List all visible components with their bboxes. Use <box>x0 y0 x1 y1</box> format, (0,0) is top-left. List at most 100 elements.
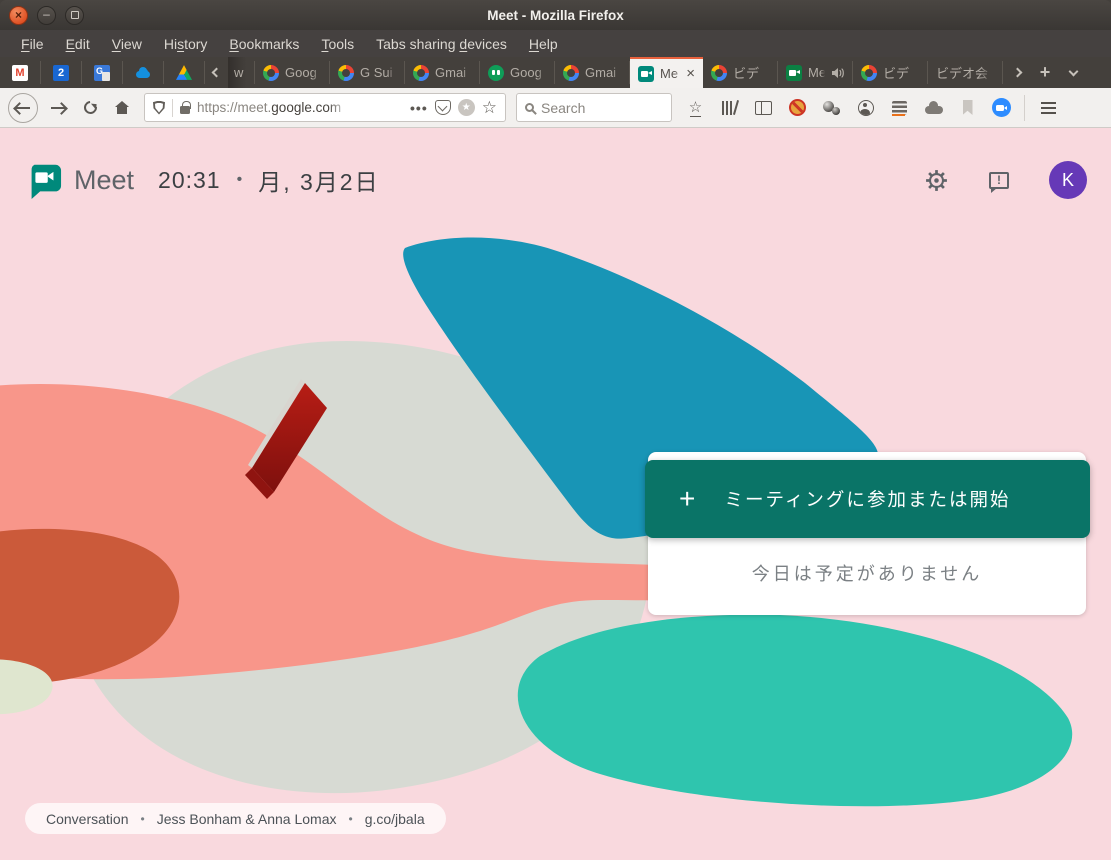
spheres-extension-icon[interactable] <box>822 98 841 117</box>
pinned-tab-translate[interactable] <box>82 57 122 88</box>
containers-extension-icon[interactable] <box>890 98 909 117</box>
window-title: Meet - Mozilla Firefox <box>0 8 1111 23</box>
window-controls <box>9 6 84 25</box>
library-glyph <box>721 100 738 116</box>
tab-meet-active[interactable]: Me <box>630 57 703 88</box>
library-icon[interactable] <box>720 98 739 117</box>
flag-glyph <box>963 100 973 115</box>
account-icon[interactable] <box>856 98 875 117</box>
activity-star-icon[interactable] <box>458 99 475 116</box>
close-tab-icon[interactable] <box>686 66 695 81</box>
caption-link[interactable]: g.co/jbala <box>365 811 425 827</box>
open-menu-button[interactable] <box>1033 93 1063 123</box>
separator-dot: • <box>237 171 243 189</box>
tab-google-hangouts[interactable]: Goog <box>480 57 554 88</box>
toolbar-extensions <box>686 98 1011 117</box>
home-icon <box>115 101 129 114</box>
pinned-tab-onedrive[interactable] <box>123 57 163 88</box>
tab-google[interactable]: Goog <box>255 57 329 88</box>
bookmark-star-icon[interactable] <box>482 99 497 116</box>
separator-dot: • <box>348 812 352 826</box>
clock-time: 20:31 <box>158 167 221 194</box>
search-bar[interactable] <box>516 93 672 122</box>
calendar-icon: 2 <box>53 65 69 81</box>
minimize-window-icon[interactable] <box>37 6 56 25</box>
reload-icon <box>81 98 99 116</box>
scroll-tabs-right-button[interactable] <box>1003 57 1031 88</box>
menu-history[interactable]: History <box>153 32 219 56</box>
new-tab-button[interactable] <box>1031 57 1059 88</box>
hamburger-icon <box>1041 107 1056 109</box>
artwork-caption: Conversation • Jess Bonham & Anna Lomax … <box>25 803 446 834</box>
google-favicon <box>413 65 429 81</box>
search-input[interactable] <box>541 100 663 116</box>
sidebar-icon[interactable] <box>754 98 773 117</box>
tab-gmail-2[interactable]: Gmai <box>555 57 629 88</box>
maximize-window-icon[interactable] <box>65 6 84 25</box>
chevron-left-icon <box>212 68 222 78</box>
chevron-right-icon <box>1012 68 1022 78</box>
tab-audio-playing-icon[interactable] <box>831 67 844 79</box>
tab-video-meeting-2[interactable]: ビデ <box>853 57 927 88</box>
menu-tools[interactable]: Tools <box>310 32 365 56</box>
pocket-icon[interactable] <box>435 100 451 115</box>
tab-overflow-stub[interactable]: w <box>228 57 254 88</box>
tab-meet-audio[interactable]: Me <box>778 57 852 88</box>
tab-gmail[interactable]: Gmai <box>405 57 479 88</box>
cloud-sync-icon[interactable] <box>924 98 943 117</box>
pinned-tab-drive[interactable] <box>164 57 204 88</box>
menu-help[interactable]: Help <box>518 32 569 56</box>
home-button[interactable] <box>108 93 136 123</box>
tracking-protection-shield-icon[interactable] <box>153 101 165 115</box>
settings-gear-icon[interactable] <box>924 168 949 193</box>
tab-video-meeting-1[interactable]: ビデ <box>703 57 777 88</box>
menu-bookmarks[interactable]: Bookmarks <box>218 32 310 56</box>
google-favicon <box>711 65 727 81</box>
drive-icon <box>176 65 192 81</box>
cloud-glyph <box>136 71 150 78</box>
meet-logo[interactable] <box>24 161 62 199</box>
account-avatar[interactable]: K <box>1049 161 1087 199</box>
title-bar: Meet - Mozilla Firefox <box>0 0 1111 30</box>
caption-artists: Jess Bonham & Anna Lomax <box>157 811 337 827</box>
google-favicon <box>263 65 279 81</box>
separator-dot: • <box>141 812 145 826</box>
scroll-tabs-left-button[interactable] <box>205 57 228 88</box>
zoom-video-extension-icon[interactable] <box>992 98 1011 117</box>
divider <box>172 99 173 117</box>
google-favicon <box>563 65 579 81</box>
join-or-start-meeting-button[interactable]: + ミーティングに参加または開始 <box>645 460 1090 538</box>
menu-file[interactable]: File <box>10 32 55 56</box>
url-bar[interactable]: https://meet.google.com <box>144 93 506 122</box>
feedback-icon[interactable] <box>989 172 1009 189</box>
rows-glyph <box>892 101 907 115</box>
meet-brand-text: Meet <box>74 165 134 196</box>
spheres-glyph <box>823 99 841 116</box>
video-camera-glyph <box>992 98 1011 117</box>
list-all-tabs-button[interactable] <box>1059 57 1087 88</box>
menu-view[interactable]: View <box>101 32 153 56</box>
tab-gsuite[interactable]: G Sui <box>330 57 404 88</box>
current-date: 月, 3月2日 <box>258 163 379 197</box>
reload-button[interactable] <box>76 93 104 123</box>
gmail-icon <box>12 65 28 81</box>
forward-button[interactable] <box>44 93 72 123</box>
pinned-tab-gmail[interactable] <box>0 57 40 88</box>
page-actions-icon[interactable] <box>410 100 428 116</box>
bookmark-star-panel-icon[interactable] <box>686 98 705 117</box>
no-meetings-text: 今日は予定がありません <box>648 538 1086 608</box>
pinned-tab-calendar[interactable]: 2 <box>41 57 81 88</box>
noscript-extension-icon[interactable] <box>788 98 807 117</box>
url-text[interactable]: https://meet.google.com <box>197 100 349 115</box>
bookmark-flag-disabled-icon[interactable] <box>958 98 977 117</box>
tab-video-meeting-3[interactable]: ビデオ会 <box>928 57 1002 88</box>
meet-page: Meet 20:31 • 月, 3月2日 K <box>0 128 1111 860</box>
meet-green-favicon <box>786 65 802 81</box>
back-button[interactable] <box>8 93 38 123</box>
menu-tabs-sharing-devices[interactable]: Tabs sharing devices <box>365 32 518 56</box>
navigation-toolbar: https://meet.google.com <box>0 88 1111 128</box>
close-window-icon[interactable] <box>9 6 28 25</box>
https-lock-icon[interactable] <box>180 106 190 114</box>
menu-bar: File Edit View History Bookmarks Tools T… <box>0 30 1111 57</box>
menu-edit[interactable]: Edit <box>55 32 101 56</box>
